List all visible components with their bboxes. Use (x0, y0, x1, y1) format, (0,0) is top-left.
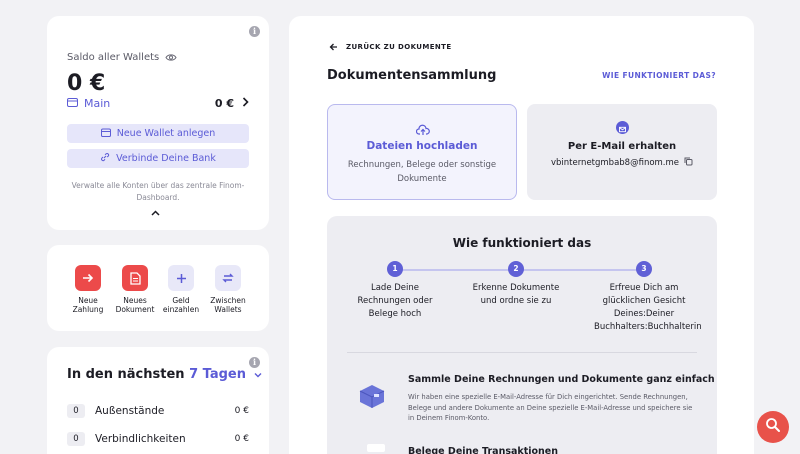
back-label: ZURÜCK ZU DOKUMENTE (346, 43, 452, 51)
upcoming-title-text: In den nächsten (67, 367, 185, 382)
transfer-between-wallets-label: Zwischen Wallets (210, 296, 246, 314)
deposit-money-button[interactable]: Geld einzahlen (159, 265, 203, 314)
how-it-works-section: Wie funktioniert das 1 2 3 Lade Deine Re… (327, 216, 717, 454)
swap-icon (215, 265, 241, 291)
document-icon (122, 265, 148, 291)
count-badge: 0 (67, 404, 85, 418)
upload-subtitle: Rechnungen, Belege oder sonstige Dokumen… (347, 160, 497, 184)
wallet-note: Verwalte alle Konten über das zentrale F… (71, 181, 245, 202)
wallet-row-main[interactable]: Main 0 € (67, 94, 249, 112)
step-badge: 1 (387, 261, 403, 277)
row-label: Außenstände (95, 405, 165, 417)
transfer-between-wallets-button[interactable]: Zwischen Wallets (206, 265, 250, 314)
new-document-label: Neues Dokument (115, 296, 155, 314)
wallet-name: Main (84, 96, 111, 110)
wallet-amount: 0 € (214, 96, 234, 110)
document-collection-panel: ZURÜCK ZU DOKUMENTE Dokumentensammlung W… (289, 16, 754, 454)
feature-title: Sammle Deine Rechnungen und Dokumente ga… (408, 374, 715, 385)
upcoming-card: i In den nächsten 7 Tagen 0 Außenstände … (47, 347, 269, 454)
period-dropdown[interactable]: 7 Tagen (189, 367, 262, 382)
feature-title: Belege Deine Transaktionen (408, 446, 559, 454)
wallet-icon (100, 128, 111, 140)
quick-actions-card: Neue Zahlung Neues Dokument Geld einzahl… (47, 245, 269, 331)
connect-bank-button[interactable]: Verbinde Deine Bank (67, 149, 249, 168)
step-text: Lade Deine Rechnungen oder Belege hoch (357, 283, 433, 319)
chevron-up-icon[interactable] (151, 209, 160, 219)
arrow-left-icon (329, 43, 337, 51)
row-value: 0 € (234, 434, 249, 444)
eye-icon[interactable] (165, 53, 177, 62)
list-item[interactable]: 0 Verbindlichkeiten 0 € (67, 431, 249, 447)
arrow-right-icon (75, 265, 101, 291)
divider (347, 352, 697, 353)
cloud-upload-icon (415, 121, 430, 140)
how-it-works-link[interactable]: WIE FUNKTIONIERT DAS? (602, 71, 716, 80)
new-payment-label: Neue Zahlung (72, 296, 104, 314)
period-label: 7 Tagen (189, 367, 246, 382)
step-text: Erkenne Dokumente und ordne sie zu (472, 283, 560, 306)
wallet-card: i Saldo aller Wallets 0 € Main 0 € Neue … (47, 16, 269, 230)
email-address: vbinternetgmbab8@finom.me (550, 158, 680, 168)
new-document-button[interactable]: Neues Dokument (113, 265, 157, 314)
connect-bank-label: Verbinde Deine Bank (116, 153, 216, 164)
email-receive-card: Per E-Mail erhalten vbinternetgmbab8@fin… (527, 104, 717, 200)
feature-description: Wir haben eine spezielle E-Mail-Adresse … (408, 393, 693, 422)
step-badge: 3 (636, 261, 652, 277)
chevron-right-icon[interactable] (242, 96, 249, 110)
new-wallet-button[interactable]: Neue Wallet anlegen (67, 124, 249, 143)
how-title: Wie funktioniert das (452, 236, 592, 250)
back-to-documents-link[interactable]: ZURÜCK ZU DOKUMENTE (329, 43, 452, 51)
receipt-illustration-icon (367, 444, 385, 452)
new-payment-button[interactable]: Neue Zahlung (66, 265, 110, 314)
wallet-balance-text: Saldo aller Wallets (67, 52, 160, 63)
row-label: Verbindlichkeiten (95, 433, 186, 445)
link-icon (100, 152, 110, 165)
upload-title: Dateien hochladen (366, 140, 478, 152)
email-title: Per E-Mail erhalten (567, 141, 677, 152)
info-icon[interactable]: i (249, 26, 260, 37)
list-item[interactable]: 0 Außenstände 0 € (67, 403, 249, 419)
plus-icon (168, 265, 194, 291)
count-badge: 0 (67, 432, 85, 446)
search-icon (765, 417, 781, 437)
upcoming-title: In den nächsten 7 Tagen (67, 367, 262, 382)
email-address-row: vbinternetgmbab8@finom.me (527, 157, 717, 169)
step-text: Erfreue Dich am glücklichen Gesicht Dein… (594, 283, 702, 332)
search-help-button[interactable] (757, 411, 789, 443)
wallet-icon (67, 97, 78, 110)
mail-icon (616, 121, 629, 134)
row-value: 0 € (234, 406, 249, 416)
deposit-money-label: Geld einzahlen (162, 296, 200, 314)
page-title: Dokumentensammlung (327, 68, 497, 83)
new-wallet-label: Neue Wallet anlegen (116, 128, 216, 139)
wallet-total: 0 € (67, 71, 106, 96)
wallet-balance-label: Saldo aller Wallets (67, 52, 177, 63)
step-badge: 2 (508, 261, 524, 277)
upload-files-card[interactable]: Dateien hochladen Rechnungen, Belege ode… (327, 104, 517, 200)
copy-icon[interactable] (684, 157, 693, 169)
mailbox-illustration-icon (357, 381, 387, 409)
